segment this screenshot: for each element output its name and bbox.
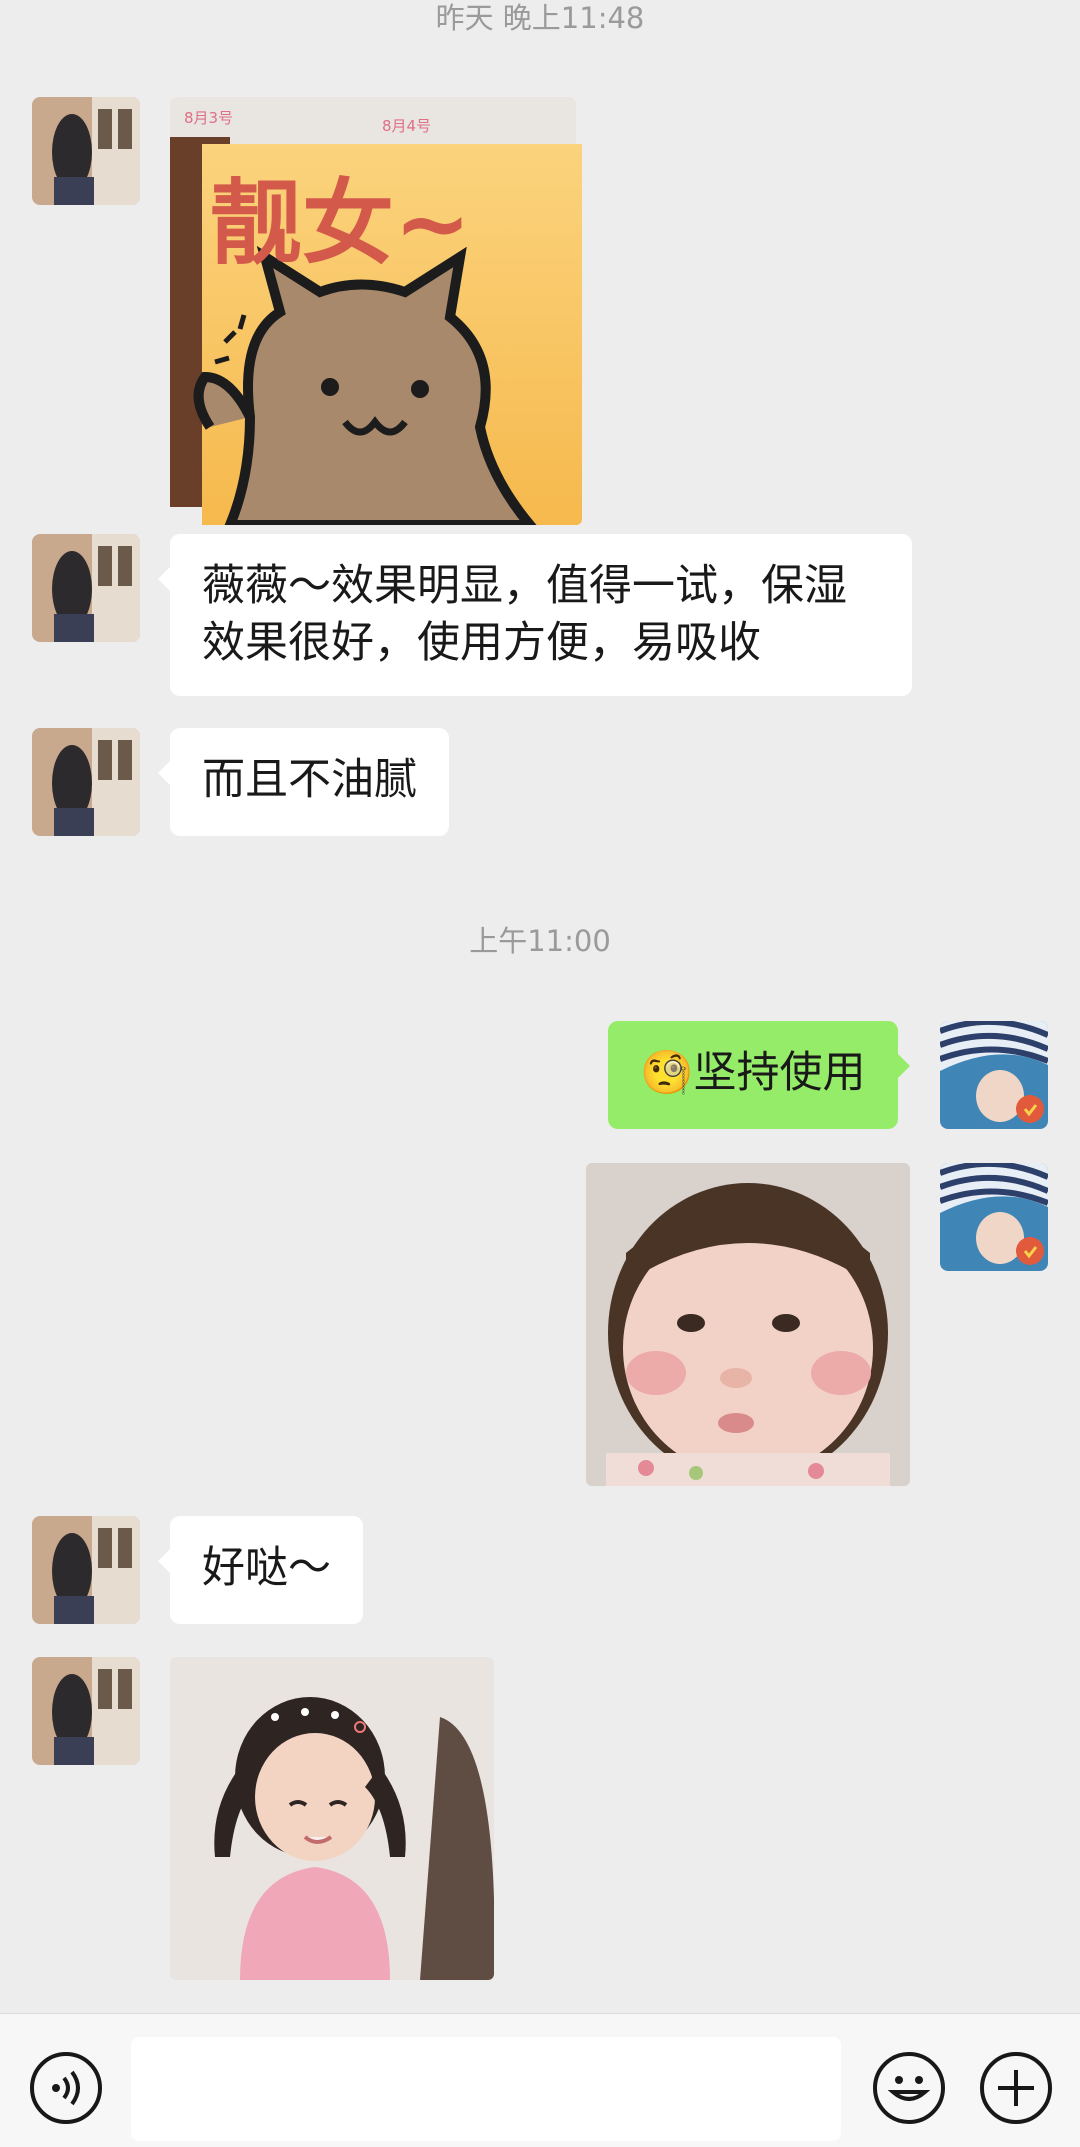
message-text: 好哒～ bbox=[202, 1543, 331, 1593]
sticker-image[interactable]: 8月3号 8月4号 靓女~ bbox=[170, 97, 582, 525]
message-bubble-received[interactable]: 薇薇～效果明显，值得一试，保湿 效果很好，使用方便，易吸收 bbox=[158, 534, 912, 696]
message-bubble-received[interactable]: 而且不油腻 bbox=[158, 728, 449, 836]
my-avatar[interactable] bbox=[940, 1163, 1048, 1271]
thinking-face-emoji-icon: 🧐 bbox=[640, 1048, 694, 1098]
received-image[interactable] bbox=[170, 1657, 494, 1980]
sent-image[interactable] bbox=[586, 1163, 910, 1486]
contact-avatar[interactable] bbox=[32, 97, 140, 205]
contact-avatar[interactable] bbox=[32, 728, 140, 836]
emoji-button[interactable] bbox=[873, 2052, 945, 2124]
plus-button[interactable] bbox=[980, 2052, 1052, 2124]
message-text-line: 效果很好，使用方便，易吸收 bbox=[202, 618, 761, 668]
voice-button[interactable] bbox=[30, 2052, 102, 2124]
photo-label-left: 8月3号 bbox=[184, 109, 234, 127]
message-bubble-received[interactable]: 好哒～ bbox=[158, 1516, 363, 1624]
message-bubble-sent[interactable]: 🧐坚持使用 bbox=[608, 1021, 910, 1129]
message-input[interactable] bbox=[131, 2037, 841, 2141]
sticker-text: 靓女~ bbox=[210, 170, 472, 277]
photo-label-right: 8月4号 bbox=[382, 117, 432, 135]
my-avatar[interactable] bbox=[940, 1021, 1048, 1129]
message-text: 而且不油腻 bbox=[202, 755, 417, 805]
timestamp-morning: 上午11:00 bbox=[469, 924, 611, 958]
contact-avatar[interactable] bbox=[32, 1516, 140, 1624]
input-bar bbox=[0, 2013, 1080, 2147]
timestamp-yesterday: 昨天 晚上11:48 bbox=[435, 1, 645, 35]
chat-area[interactable]: 昨天 晚上11:48 8月3号 8月4号 靓女~ 薇薇～效果明显，值得一试，保湿… bbox=[0, 0, 1080, 2013]
contact-avatar[interactable] bbox=[32, 534, 140, 642]
message-text: 坚持使用 bbox=[693, 1048, 866, 1098]
plus-icon bbox=[998, 2070, 1034, 2106]
message-text-line: 薇薇～效果明显，值得一试，保湿 bbox=[202, 561, 847, 611]
contact-avatar[interactable] bbox=[32, 1657, 140, 1765]
voice-icon bbox=[52, 2070, 80, 2106]
emoji-icon bbox=[887, 2076, 931, 2101]
